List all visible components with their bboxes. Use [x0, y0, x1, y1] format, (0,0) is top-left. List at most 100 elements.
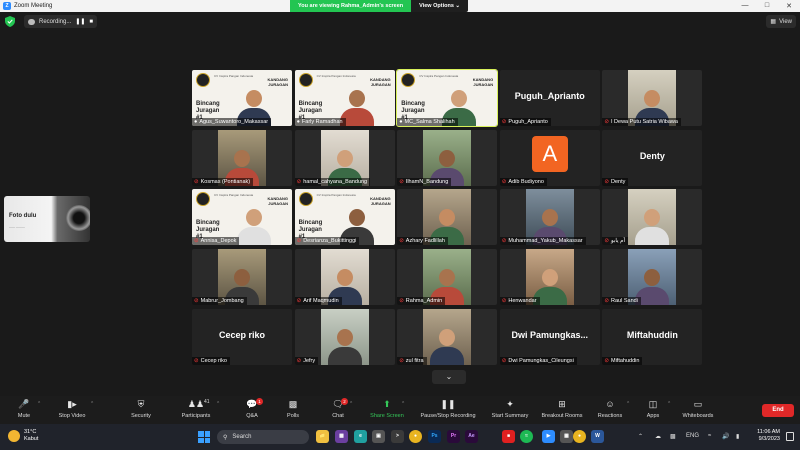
spotify-icon[interactable]: ≈	[520, 430, 533, 443]
participant-tile[interactable]: ⊘ IlhamN_Bandung	[397, 129, 498, 186]
chat-caret-icon[interactable]: ⌃	[349, 401, 353, 407]
clock[interactable]: 11:06 AM 9/3/2023	[750, 429, 780, 443]
participant-tile[interactable]: ⊘ Azhary Fadlillah	[397, 189, 498, 246]
participant-tile[interactable]: ⊘ أم يابو	[602, 189, 703, 246]
participants-caret-icon[interactable]: ⌃	[216, 401, 220, 407]
view-options-button[interactable]: View Options ⌄	[411, 0, 469, 12]
video-options-caret-icon[interactable]: ⌃	[90, 401, 94, 407]
photoshop-icon[interactable]: Ps	[428, 430, 441, 443]
app-icon[interactable]: ▩	[335, 430, 348, 443]
whiteboards-button[interactable]: ▭ Whiteboards	[680, 398, 716, 419]
chrome-icon-2[interactable]: ●	[573, 430, 586, 443]
stop-video-button[interactable]: ▮▸ Stop Video ⌃	[56, 398, 95, 419]
pause-stop-recording-button[interactable]: ❚❚ Pause/Stop Recording	[416, 398, 480, 419]
windows-taskbar: 31°C Kabut ⚲ Search 📁 ▩ e ▣ > ● Ps Pr Ae …	[0, 424, 800, 450]
taskbar-search[interactable]: ⚲ Search	[217, 430, 309, 444]
share-screen-button[interactable]: ⬆ Share Screen ⌃	[367, 398, 407, 419]
avatar: A	[531, 135, 568, 172]
battery-icon[interactable]: ▮	[736, 433, 739, 440]
recording-indicator[interactable]: Recording... ❚❚ ■	[24, 15, 98, 28]
minimize-button[interactable]: —	[734, 2, 756, 10]
participant-tile[interactable]: ⊘ Kosmas (Pontianak)	[192, 129, 292, 186]
zoom-taskbar-icon[interactable]: ▶	[542, 430, 555, 443]
weather-widget[interactable]: 31°C Kabut	[8, 429, 38, 443]
app-icon-2[interactable]: ▦	[560, 430, 573, 443]
show-more-participants-button[interactable]: ⌄	[432, 370, 466, 384]
apps-icon: ◫	[648, 399, 658, 409]
participant-tile[interactable]: Puguh_Aprianto ⊘ Puguh_Aprianto	[499, 70, 600, 126]
participant-name: Desrianza_Bukittinggi	[303, 238, 357, 245]
chat-button[interactable]: 🗨 2 Chat ⌃	[329, 398, 353, 419]
edge-browser-icon[interactable]: e	[354, 430, 367, 443]
pdf-reader-icon[interactable]: ■	[502, 430, 515, 443]
notification-icon[interactable]	[786, 432, 794, 441]
participant-tile[interactable]: Miftahuddin ⊘ Miftahuddin	[602, 308, 703, 365]
participant-tile[interactable]: ⊘ Jefry	[294, 308, 395, 365]
shield-icon[interactable]	[5, 16, 15, 27]
share-caret-icon[interactable]: ⌃	[401, 401, 405, 407]
windows-start-icon[interactable]	[198, 431, 210, 443]
word-icon[interactable]: W	[591, 430, 604, 443]
breakout-rooms-button[interactable]: ⊞ Breakout Rooms	[538, 398, 586, 419]
participant-name: Jefry	[303, 357, 316, 364]
stop-recording-icon[interactable]: ■	[89, 19, 93, 25]
view-button[interactable]: ▦ View	[766, 15, 796, 28]
participant-tile[interactable]: ⊘ Rahma_Admin	[397, 249, 498, 306]
wifi-icon[interactable]: ≈	[708, 433, 711, 439]
muted-microphone-icon: ⊘	[604, 357, 609, 364]
participant-name-bar: ⊘ Kosmas (Pontianak)	[192, 177, 254, 186]
weather-condition: Kabut	[24, 436, 39, 442]
participant-name: MC_Salma Shalihah	[404, 119, 455, 125]
cloud-tray-icon[interactable]: ☁	[655, 433, 661, 440]
tray-chevron-icon[interactable]: ⌃	[638, 433, 643, 440]
mute-label: Mute	[17, 413, 31, 419]
participant-tile[interactable]: ⊘ Muhammad_Yakub_Makassar	[499, 189, 600, 246]
participant-name: I Dewa Putu Satria Wibawa	[611, 119, 678, 125]
qa-button[interactable]: 💬 1 Q&A	[243, 398, 263, 419]
audio-options-caret-icon[interactable]: ⌃	[37, 401, 41, 407]
start-summary-button[interactable]: ✦ Start Summary	[488, 398, 532, 419]
chrome-icon[interactable]: ●	[409, 430, 422, 443]
participant-tile[interactable]: CV Inspira Pangan Indonesia KANDANG JURAG…	[192, 189, 292, 246]
participant-tile[interactable]: ⊘ Mabrur_Jombang	[192, 249, 292, 306]
apps-caret-icon[interactable]: ⌃	[667, 401, 671, 407]
participant-tile[interactable]: Denty ⊘ Denty	[602, 129, 703, 186]
app-tray-icon[interactable]: ▩	[670, 433, 676, 440]
reactions-caret-icon[interactable]: ⌃	[626, 401, 630, 407]
speaker-icon[interactable]: 🔊	[722, 433, 729, 440]
store-icon[interactable]: ▣	[372, 430, 385, 443]
participant-tile[interactable]: ⊘ Henwandar	[499, 249, 600, 306]
pause-recording-icon[interactable]: ❚❚	[75, 18, 85, 25]
language-indicator[interactable]: ENG	[686, 433, 699, 439]
after-effects-icon[interactable]: Ae	[465, 430, 478, 443]
participant-name: Raul Sandi	[611, 298, 638, 305]
participant-tile[interactable]: ⊘ I Dewa Putu Satria Wibawa	[602, 70, 703, 126]
participants-button[interactable]: ♟♟ 41 Participants ⌃	[178, 398, 221, 419]
participant-tile[interactable]: CV Inspira Pangan Indonesia KANDANG JURAG…	[294, 70, 395, 126]
mute-button[interactable]: 🎤 Mute ⌃	[12, 398, 41, 419]
terminal-icon[interactable]: >	[391, 430, 404, 443]
participant-tile[interactable]: ⊘ zul fitra	[397, 308, 498, 365]
end-meeting-button[interactable]: End	[762, 404, 794, 417]
participant-tile[interactable]: CV Inspira Pangan Indonesia KANDANG JURAG…	[396, 69, 499, 127]
participant-tile[interactable]: ⊘ Arif Maqmudin	[294, 249, 395, 306]
participant-tile[interactable]: Cecep riko ⊘ Cecep riko	[192, 308, 292, 365]
participant-name-bar: ⊘ Raul Sandi	[602, 297, 641, 306]
premiere-icon[interactable]: Pr	[447, 430, 460, 443]
self-view-tile[interactable]: Foto dulu —— ———	[4, 196, 90, 242]
participant-tile[interactable]: Dwi Pamungkas... ⊘ Dwi Pamungkas_Cileungsi	[499, 308, 600, 365]
view-label: View	[779, 18, 792, 25]
brand-logo-icon	[298, 192, 313, 207]
file-explorer-icon[interactable]: 📁	[316, 430, 329, 443]
participant-tile[interactable]: A ⊘ Adib Budiyono	[499, 129, 600, 186]
participant-tile[interactable]: CV Inspira Pangan Indonesia KANDANG JURAG…	[192, 70, 292, 126]
participant-tile[interactable]: ⊘ Raul Sandi	[602, 249, 703, 306]
security-button[interactable]: ⛨ Security	[128, 398, 154, 419]
apps-button[interactable]: ◫ Apps ⌃	[643, 398, 671, 419]
participant-tile[interactable]: ⊘ hamal_cahyana_Bandung	[294, 129, 395, 186]
polls-button[interactable]: ▩ Polls	[284, 398, 302, 419]
close-button[interactable]: ✕	[778, 2, 800, 10]
participant-tile[interactable]: CV Inspira Pangan Indonesia KANDANG JURAG…	[294, 189, 395, 246]
reactions-button[interactable]: ☺ Reactions ⌃	[595, 398, 630, 419]
maximize-button[interactable]: □	[756, 2, 778, 10]
